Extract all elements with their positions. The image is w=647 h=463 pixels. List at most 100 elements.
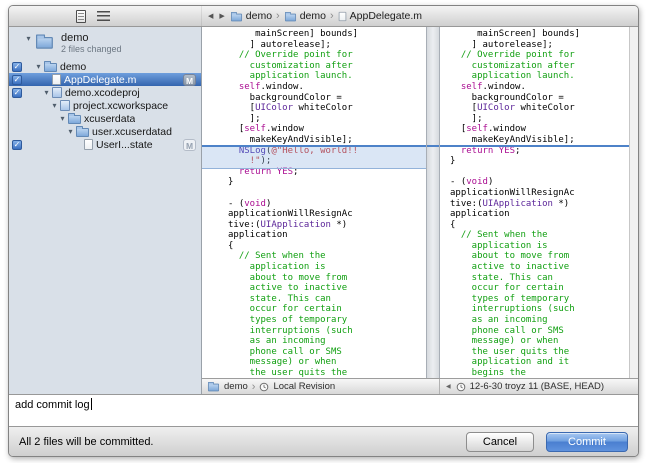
diff-gutter <box>426 27 440 378</box>
breadcrumb-label: demo <box>245 10 273 22</box>
status-badge-modified: M <box>183 73 196 86</box>
code-line: // Override point for <box>450 50 575 61</box>
diff-panes: mainScreen] bounds] ] autorelease]; // O… <box>202 27 638 378</box>
code-line: backgroundColor = <box>228 92 342 103</box>
document-icon <box>76 9 86 23</box>
code-line: phone call or SMS <box>228 346 342 357</box>
disclosure-triangle-icon[interactable]: ▾ <box>41 86 52 99</box>
code-line: occur for certain <box>450 283 564 294</box>
code-line: self.window. <box>460 81 526 92</box>
code-line: phone call or SMS <box>450 325 564 336</box>
diff-pane-base[interactable]: mainScreen] bounds] ] autorelease]; // O… <box>440 27 629 378</box>
pane-footers: demo › Local Revision ◀ 12-6-30 troyz 11… <box>202 378 638 394</box>
workspace-icon <box>60 100 70 111</box>
toolbar-left <box>9 6 202 26</box>
code-line: applicationWillResignAc <box>228 209 353 220</box>
check-icon: ✓ <box>13 61 21 71</box>
item-label: UserI...state <box>96 138 153 151</box>
commit-button[interactable]: Commit <box>546 431 628 452</box>
flat-view-button[interactable] <box>76 9 86 23</box>
list-icon <box>97 11 110 21</box>
right-revision-jumpbar[interactable]: ◀ 12-6-30 troyz 11 (BASE, HEAD) <box>440 379 638 394</box>
code-line: about to move from <box>228 272 348 283</box>
code-line: application is <box>228 262 326 273</box>
commit-sheet-window: ◀ ▶ demo › demo › AppDelegate.m ▾ demo 2… <box>8 5 639 457</box>
code-line: application launch. <box>450 71 575 82</box>
code-line: makeKeyAndVisible]; <box>228 134 353 145</box>
commit-checkbox[interactable]: ✓ <box>12 74 22 85</box>
back-icon[interactable]: ◀ <box>207 12 214 20</box>
sidebar-item-demo[interactable]: ✓ ▾ demo <box>9 60 201 73</box>
back-icon[interactable]: ◀ <box>445 383 452 390</box>
forward-icon[interactable]: ▶ <box>218 12 225 20</box>
content-area: ▾ demo 2 files changed ✓ ▾ demo ✓ AppDel… <box>9 27 638 394</box>
folder-icon <box>44 61 57 72</box>
commit-checkbox[interactable]: ✓ <box>12 139 22 150</box>
sidebar-file-tree: ▾ demo 2 files changed ✓ ▾ demo ✓ AppDel… <box>9 27 202 394</box>
sidebar-item-xcworkspace[interactable]: ▾ project.xcworkspace <box>9 99 201 112</box>
code-line: begins the <box>450 368 526 378</box>
commit-status-text: All 2 files will be committed. <box>19 435 154 448</box>
code-line: application and it <box>450 357 570 368</box>
file-icon <box>52 74 61 85</box>
check-icon: ✓ <box>13 74 21 84</box>
code-line: // Sent when the <box>228 251 326 262</box>
code-line: { <box>450 219 456 230</box>
code-line: ] autorelease]; <box>450 39 553 50</box>
list-view-button[interactable] <box>97 11 110 21</box>
code-line: application is <box>450 240 548 251</box>
footer-project-label: demo <box>224 381 248 392</box>
disclosure-triangle-icon[interactable]: ▾ <box>49 99 60 112</box>
sidebar-item-xcuserdata[interactable]: ▾ xcuserdata <box>9 112 201 125</box>
code-line: message) or when <box>450 336 559 347</box>
commit-message-field[interactable]: add commit log <box>9 394 638 426</box>
code-line: ]; <box>450 113 483 124</box>
separator-icon: › <box>251 380 256 393</box>
sidebar-root-item[interactable]: ▾ demo 2 files changed <box>9 32 201 60</box>
footer-revision-label: 12-6-30 troyz 11 (BASE, HEAD) <box>469 381 605 392</box>
disclosure-triangle-icon[interactable]: ▾ <box>23 32 34 45</box>
item-label: project.xcworkspace <box>73 99 169 112</box>
bottom-bar: All 2 files will be committed. Cancel Co… <box>9 426 638 456</box>
sidebar-item-xcodeproj[interactable]: ✓ ▾ demo.xcodeproj <box>9 86 201 99</box>
item-label: demo.xcodeproj <box>65 86 140 99</box>
version-editor: mainScreen] bounds] ] autorelease]; // O… <box>202 27 638 394</box>
code-line: ]; <box>228 113 261 124</box>
diff-change-line <box>440 145 629 147</box>
breadcrumb-item-group[interactable]: demo <box>284 10 326 22</box>
sidebar-item-userstate[interactable]: ✓ UserI...state M <box>9 138 201 151</box>
commit-checkbox[interactable]: ✓ <box>12 87 22 98</box>
code-line: applicationWillResignAc <box>450 187 575 198</box>
code-line: tive:(UIApplication *) <box>228 219 348 230</box>
code-line: interruptions (such <box>228 325 353 336</box>
toolbar: ◀ ▶ demo › demo › AppDelegate.m <box>9 6 638 27</box>
code-line: customization after <box>450 60 575 71</box>
sidebar-item-userdatad[interactable]: ▾ user.xcuserdatad <box>9 125 201 138</box>
code-line: occur for certain <box>228 304 342 315</box>
disclosure-triangle-icon[interactable]: ▾ <box>65 125 76 138</box>
disclosure-triangle-icon[interactable]: ▾ <box>33 60 44 73</box>
cancel-button[interactable]: Cancel <box>466 431 534 452</box>
left-revision-jumpbar[interactable]: demo › Local Revision <box>202 379 440 394</box>
code-line: backgroundColor = <box>450 92 564 103</box>
sidebar-item-appdelegate[interactable]: ✓ AppDelegate.m M <box>9 73 201 86</box>
files-changed-count: 2 files changed <box>61 44 122 54</box>
diff-pane-local[interactable]: mainScreen] bounds] ] autorelease]; // O… <box>202 27 426 378</box>
commit-checkbox[interactable]: ✓ <box>12 61 22 72</box>
breadcrumb-separator-icon: › <box>329 10 334 22</box>
code-line: [self.window <box>228 124 304 135</box>
code-line: state. This can <box>450 272 553 283</box>
disclosure-triangle-icon[interactable]: ▾ <box>57 112 68 125</box>
code-line: about to move from <box>450 251 570 262</box>
code-line: // Override point for <box>228 50 353 61</box>
code-line: } <box>450 156 456 167</box>
folder-icon <box>68 113 81 124</box>
code-line: [self.window <box>450 124 526 135</box>
vertical-scrollbar[interactable] <box>629 27 638 378</box>
code-line: application launch. <box>228 71 353 82</box>
breadcrumb-item-file[interactable]: AppDelegate.m <box>338 10 422 22</box>
breadcrumb-item-project[interactable]: demo <box>230 10 272 22</box>
code-line: // Sent when the <box>450 230 548 241</box>
screen: ◀ ▶ demo › demo › AppDelegate.m ▾ demo 2… <box>0 0 647 463</box>
code-line: } <box>228 177 234 188</box>
